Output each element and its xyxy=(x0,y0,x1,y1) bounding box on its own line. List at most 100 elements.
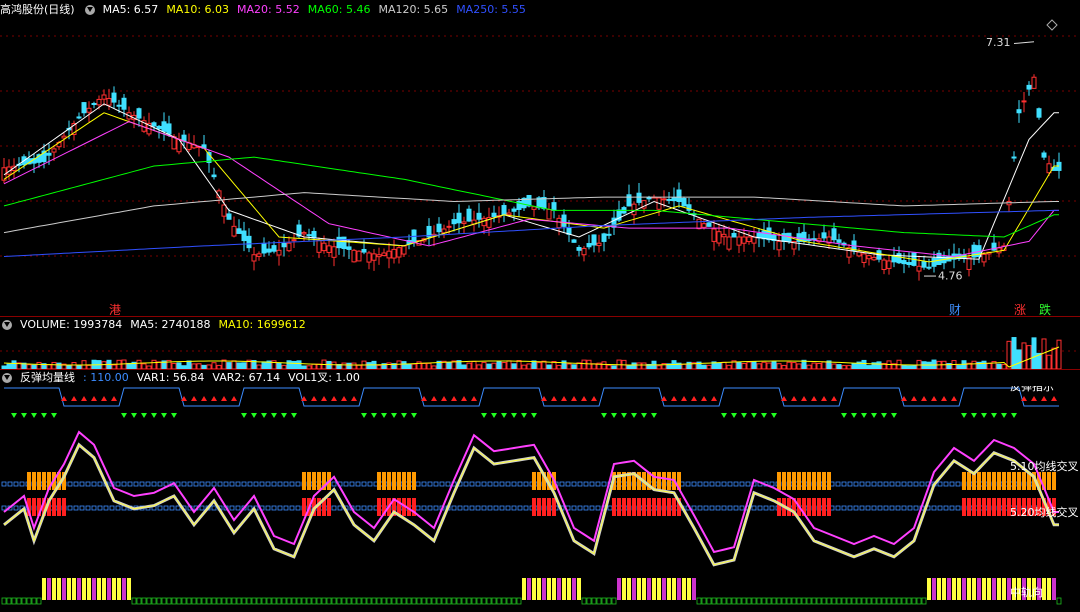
red-block xyxy=(632,498,636,516)
bottom-marker xyxy=(146,597,152,605)
bottom-marker xyxy=(506,597,512,605)
red-block xyxy=(987,498,991,516)
bottom-bar xyxy=(687,578,691,600)
up-arrow-icon xyxy=(321,396,327,401)
red-block xyxy=(657,498,661,516)
bottom-marker xyxy=(311,597,317,605)
orange-block xyxy=(807,472,811,490)
signal-dot xyxy=(271,505,277,511)
candle-body xyxy=(156,125,162,130)
signal-dot xyxy=(193,481,199,487)
signal-dot xyxy=(277,481,283,487)
signal-dot xyxy=(871,505,877,511)
bottom-marker xyxy=(236,597,242,605)
red-block xyxy=(52,498,56,516)
candle-body xyxy=(311,230,317,239)
signal-dot xyxy=(499,481,505,487)
signal-dot xyxy=(577,505,583,511)
signal-dot xyxy=(259,481,265,487)
candle-body xyxy=(596,242,602,247)
dropdown-icon[interactable] xyxy=(2,373,12,383)
signal-dot xyxy=(367,481,373,487)
candle-body xyxy=(166,123,172,135)
candle-body xyxy=(856,251,862,257)
candle-body xyxy=(506,212,512,216)
signal-dot xyxy=(133,481,139,487)
down-arrow-icon xyxy=(841,413,847,418)
red-block xyxy=(57,498,61,516)
signal-dot xyxy=(727,481,733,487)
signal-dot xyxy=(487,481,493,487)
volume-bar xyxy=(286,360,292,369)
bottom-bar xyxy=(962,578,966,600)
bottom-marker xyxy=(216,597,222,605)
signal-dot xyxy=(337,505,343,511)
volume-bar xyxy=(861,359,867,369)
bottom-marker xyxy=(886,597,892,605)
signal-dot xyxy=(871,481,877,487)
red-block xyxy=(807,498,811,516)
candle-body xyxy=(256,253,262,257)
signal-dot xyxy=(703,505,709,511)
bottom-bar xyxy=(997,578,1001,600)
bottom-bar xyxy=(692,578,696,600)
volume-bar xyxy=(771,361,777,369)
down-arrow-icon xyxy=(721,413,727,418)
up-arrow-icon xyxy=(831,396,837,401)
signal-dot xyxy=(595,505,601,511)
signal-dot xyxy=(157,505,163,511)
signal-dot xyxy=(943,505,949,511)
bottom-marker xyxy=(161,597,167,605)
red-block xyxy=(672,498,676,516)
candle-body xyxy=(526,194,532,207)
red-block xyxy=(552,498,556,516)
down-arrow-icon xyxy=(41,413,47,418)
candle-body xyxy=(366,252,372,263)
up-arrow-icon xyxy=(691,396,697,401)
bottom-marker xyxy=(836,597,842,605)
bottom-marker xyxy=(446,597,452,605)
volume-bar xyxy=(446,361,452,369)
bottom-bar xyxy=(937,578,941,600)
signal-dot xyxy=(67,481,73,487)
price-chart[interactable]: 7.31 4.76 港 财 涨跌 xyxy=(0,16,1080,316)
bottom-marker xyxy=(796,597,802,605)
indicator-chart[interactable]: 反弹指示 5.10均线交叉 5.20均线交叉中轨向 xyxy=(0,386,1080,612)
bottom-marker xyxy=(166,597,172,605)
bottom-marker xyxy=(596,597,602,605)
indicator-side-label: 5.10均线交叉 xyxy=(1010,459,1079,473)
orange-block xyxy=(992,472,996,490)
candle-body xyxy=(381,252,387,257)
signal-dot xyxy=(685,481,691,487)
orange-block xyxy=(1007,472,1011,490)
volume-bar xyxy=(721,361,727,369)
red-block xyxy=(827,498,831,516)
volume-chart[interactable] xyxy=(0,333,1080,369)
indicator-label: VAR1: 56.84 xyxy=(136,371,205,384)
dropdown-icon[interactable] xyxy=(84,5,95,15)
candle-body xyxy=(531,206,537,210)
bottom-marker xyxy=(851,597,857,605)
volume-bar xyxy=(401,361,407,369)
indicator-label: VOLUME: 1993784 xyxy=(20,318,123,331)
signal-dot xyxy=(19,481,25,487)
signal-dot xyxy=(889,481,895,487)
bottom-bar xyxy=(82,578,86,600)
candle-body xyxy=(681,197,687,207)
signal-dot xyxy=(127,481,133,487)
dropdown-icon[interactable] xyxy=(2,320,12,330)
down-arrow-icon xyxy=(511,413,517,418)
signal-dot xyxy=(367,505,373,511)
candle-body xyxy=(331,246,337,258)
down-arrow-icon xyxy=(731,413,737,418)
orange-block xyxy=(537,472,541,490)
bottom-marker xyxy=(911,597,917,605)
candle-body xyxy=(801,231,807,242)
signal-dot xyxy=(847,481,853,487)
bottom-marker xyxy=(491,597,497,605)
red-block xyxy=(537,498,541,516)
signal-dot xyxy=(115,505,121,511)
bottom-marker xyxy=(876,597,882,605)
bottom-marker xyxy=(891,597,897,605)
bottom-marker xyxy=(726,597,732,605)
